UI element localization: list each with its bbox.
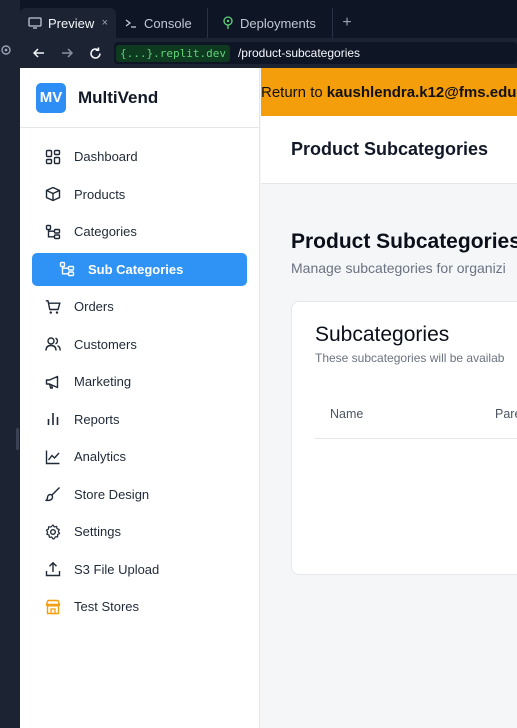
cart-icon (44, 298, 62, 316)
reload-button[interactable] (84, 42, 106, 64)
box-icon (44, 185, 62, 203)
gear-icon (44, 523, 62, 541)
tab-deployments[interactable]: Deployments (208, 8, 333, 38)
brand[interactable]: MV MultiVend (20, 68, 259, 128)
subcategory-tree-icon (58, 260, 76, 278)
upload-icon (44, 560, 62, 578)
sidebar-item-analytics[interactable]: Analytics (32, 440, 247, 473)
tab-label: Console (144, 15, 192, 31)
banner-prefix: Return to (261, 83, 323, 101)
users-icon (44, 335, 62, 353)
tab-console[interactable]: Console (116, 8, 208, 38)
new-tab-button[interactable]: + (333, 8, 361, 38)
tab-label: Deployments (240, 15, 316, 31)
arrow-left-icon (33, 48, 44, 58)
sidebar-item-settings[interactable]: Settings (32, 515, 247, 548)
column-name[interactable]: Name (315, 407, 495, 421)
card-description: These subcategories will be availab (315, 351, 505, 365)
reload-icon (89, 47, 101, 59)
app-viewport: MV MultiVend Dashboard Products Categori… (20, 68, 517, 728)
sidebar-item-label: Dashboard (74, 149, 138, 164)
impersonation-banner[interactable]: Return to kaushlendra.k12@fms.edu (261, 68, 517, 116)
sidebar-item-marketing[interactable]: Marketing (32, 365, 247, 398)
sidebar-item-label: Test Stores (74, 599, 140, 614)
url-host: {...}.replit.dev (116, 44, 230, 62)
browser-tab-bar: Preview × Console Deployments + (20, 8, 517, 38)
sidebar-item-label: Reports (74, 411, 120, 427)
sidebar-item-label: Settings (74, 524, 121, 539)
card-title: Subcategories (315, 323, 450, 346)
sidebar-item-customers[interactable]: Customers (32, 328, 247, 361)
main-area: Return to kaushlendra.k12@fms.edu Produc… (261, 68, 517, 728)
sidebar-item-reports[interactable]: Reports (32, 403, 247, 436)
monitor-icon (28, 17, 42, 29)
brand-name: MultiVend (78, 87, 159, 107)
resize-handle[interactable] (16, 428, 19, 450)
grid-icon (44, 148, 62, 166)
sidebar-item-categories[interactable]: Categories (32, 215, 247, 248)
sidebar-item-products[interactable]: Products (32, 178, 247, 211)
sidebar-item-test-stores[interactable]: Test Stores (32, 590, 247, 623)
tab-label: Preview (48, 15, 95, 31)
header-title: Product Subcategories (291, 139, 489, 159)
sidebar-item-label: Marketing (74, 374, 132, 389)
megaphone-icon (44, 373, 62, 391)
store-icon (44, 598, 62, 616)
sidebar-item-label: S3 File Upload (74, 561, 160, 577)
sidebar-item-label: Orders (74, 299, 114, 314)
line-chart-icon (44, 448, 62, 466)
sidebar-item-label: Analytics (74, 449, 127, 464)
terminal-icon (125, 19, 136, 28)
address-bar: {...}.replit.dev /product-subcategories (20, 38, 517, 68)
forward-button[interactable] (56, 42, 78, 64)
deploy-icon (223, 16, 233, 29)
bar-chart-icon (44, 410, 62, 428)
subcategories-card: Subcategories These subcategories will b… (291, 301, 517, 575)
sidebar-item-dashboard[interactable]: Dashboard (32, 140, 247, 173)
sidebar: MV MultiVend Dashboard Products Categori… (20, 68, 260, 728)
header-bar: Product Subcategories (261, 116, 517, 184)
page-title: Product Subcategories (291, 230, 517, 253)
brand-logo: MV (36, 82, 66, 113)
sidebar-item-store-design[interactable]: Store Design (32, 478, 247, 511)
column-parent[interactable]: Pare (495, 407, 517, 421)
url-path: /product-subcategories (237, 46, 361, 60)
ide-side-strip (0, 0, 20, 728)
close-icon[interactable]: × (102, 17, 108, 29)
ide-panel-icon[interactable] (0, 44, 14, 62)
screen: Preview × Console Deployments + {...}.re… (0, 0, 517, 728)
sidebar-item-label: Products (74, 186, 126, 202)
table-header: Name Pare (315, 389, 517, 439)
sidebar-item-label: Store Design (74, 486, 150, 502)
page-content: Product Subcategories Manage subcategori… (261, 230, 517, 575)
back-button[interactable] (28, 42, 50, 64)
arrow-right-icon (62, 48, 73, 58)
category-tree-icon (44, 223, 62, 241)
sidebar-item-sub-categories[interactable]: Sub Categories (32, 252, 247, 286)
banner-email: kaushlendra.k12@fms.edu (326, 83, 517, 101)
sidebar-item-orders[interactable]: Orders (32, 290, 247, 323)
sidebar-nav: Dashboard Products Categories Sub Catego… (20, 128, 259, 623)
sidebar-item-label: Categories (74, 224, 137, 239)
sidebar-item-label: Customers (74, 336, 137, 352)
url-field[interactable]: {...}.replit.dev /product-subcategories (114, 42, 517, 64)
tab-preview[interactable]: Preview × (20, 8, 116, 38)
sidebar-item-label: Sub Categories (88, 261, 184, 277)
sidebar-item-s3-file-upload[interactable]: S3 File Upload (32, 553, 247, 586)
brush-icon (44, 485, 62, 503)
page-subtitle: Manage subcategories for organizi (291, 260, 506, 276)
